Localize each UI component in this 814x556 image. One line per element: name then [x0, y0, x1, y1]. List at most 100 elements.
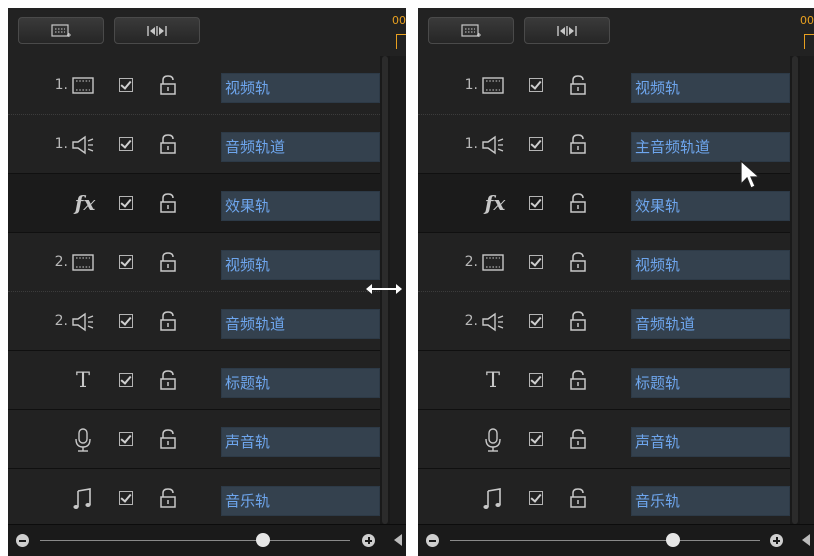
track-row[interactable]: 2. 音频轨道: [8, 292, 380, 351]
zoom-slider-knob[interactable]: [666, 533, 681, 547]
track-name-field[interactable]: 音频轨道: [631, 309, 790, 339]
track-row[interactable]: 2. 视频轨: [418, 233, 790, 292]
fx-effect-icon: fx: [484, 191, 506, 215]
track-row[interactable]: 1. 音频轨道: [8, 115, 380, 174]
title-text-icon: T: [75, 368, 90, 392]
track-row[interactable]: 音乐轨: [418, 469, 790, 528]
unlock-icon[interactable]: [569, 192, 587, 214]
track-enable-checkbox[interactable]: [119, 78, 133, 92]
track-number: 2.: [464, 254, 478, 270]
track-row[interactable]: fx 效果轨: [418, 174, 790, 233]
track-row[interactable]: 2. 视频轨: [8, 233, 380, 292]
microphone-icon: [70, 427, 96, 453]
track-name-field[interactable]: 音频轨道: [221, 309, 380, 339]
track-enable-checkbox[interactable]: [529, 196, 543, 210]
add-track-icon: [51, 23, 71, 37]
track-name-field[interactable]: 效果轨: [631, 191, 790, 221]
track-name-field[interactable]: 声音轨: [631, 427, 790, 457]
scroll-left-arrow-icon[interactable]: [802, 534, 810, 546]
track-enable-checkbox[interactable]: [529, 491, 543, 505]
zoom-slider-track[interactable]: [450, 540, 760, 541]
unlock-icon[interactable]: [569, 428, 587, 450]
unlock-icon[interactable]: [569, 487, 587, 509]
scroll-left-arrow-icon[interactable]: [394, 534, 402, 546]
track-enable-checkbox[interactable]: [119, 314, 133, 328]
track-number: [458, 469, 478, 528]
unlock-icon[interactable]: [569, 74, 587, 96]
track-row[interactable]: 声音轨: [418, 410, 790, 469]
track-name-field[interactable]: 音乐轨: [221, 486, 380, 516]
track-enable-checkbox[interactable]: [119, 373, 133, 387]
track-name-field[interactable]: 视频轨: [221, 73, 380, 103]
track-row[interactable]: T 标题轨: [418, 351, 790, 410]
unlock-icon[interactable]: [159, 74, 177, 96]
unlock-icon[interactable]: [569, 310, 587, 332]
track-row[interactable]: 声音轨: [8, 410, 380, 469]
unlock-icon[interactable]: [569, 133, 587, 155]
add-track-button[interactable]: [428, 17, 514, 44]
unlock-icon[interactable]: [159, 310, 177, 332]
track-enable-checkbox[interactable]: [529, 314, 543, 328]
track-name-field[interactable]: 视频轨: [221, 250, 380, 280]
music-note-icon: [480, 486, 506, 512]
timecode-display: 00: [392, 14, 406, 50]
track-number: [48, 174, 68, 233]
unlock-icon[interactable]: [159, 369, 177, 391]
track-name-field[interactable]: 声音轨: [221, 427, 380, 457]
scrollbar-thumb[interactable]: [792, 56, 798, 524]
zoom-out-button[interactable]: [426, 534, 439, 547]
resize-cursor-icon: [366, 284, 402, 294]
zoom-slider-track[interactable]: [40, 540, 350, 541]
track-enable-checkbox[interactable]: [529, 373, 543, 387]
track-row[interactable]: 音乐轨: [8, 469, 380, 528]
unlock-icon[interactable]: [569, 369, 587, 391]
fit-timeline-button[interactable]: [524, 17, 610, 44]
track-name-field[interactable]: 视频轨: [631, 250, 790, 280]
fit-timeline-button[interactable]: [114, 17, 200, 44]
toolbar: 00: [8, 8, 406, 56]
timecode-text: 00: [392, 14, 406, 27]
zoom-slider-knob[interactable]: [256, 533, 271, 547]
zoom-out-button[interactable]: [16, 534, 29, 547]
track-manager-panel-right: 00 1. 视频轨 1. 主音频轨道 fx 效果轨 2. 视频轨 2. 音频轨道 T 标题轨 声音轨 音乐…: [418, 8, 814, 556]
track-enable-checkbox[interactable]: [119, 196, 133, 210]
track-name-field[interactable]: 音频轨道: [221, 132, 380, 162]
unlock-icon[interactable]: [159, 428, 177, 450]
track-row[interactable]: T 标题轨: [8, 351, 380, 410]
track-number: 1.: [464, 77, 478, 93]
add-track-button[interactable]: [18, 17, 104, 44]
track-name-field[interactable]: 音乐轨: [631, 486, 790, 516]
track-name-field[interactable]: 主音频轨道: [631, 132, 790, 162]
track-enable-checkbox[interactable]: [119, 137, 133, 151]
unlock-icon[interactable]: [159, 133, 177, 155]
unlock-icon[interactable]: [159, 251, 177, 273]
unlock-icon[interactable]: [159, 487, 177, 509]
track-enable-checkbox[interactable]: [119, 491, 133, 505]
zoom-in-button[interactable]: [770, 534, 783, 547]
track-name-field[interactable]: 效果轨: [221, 191, 380, 221]
track-enable-checkbox[interactable]: [529, 137, 543, 151]
track-enable-checkbox[interactable]: [119, 432, 133, 446]
track-name-field[interactable]: 标题轨: [221, 368, 380, 398]
audio-track-icon: [480, 309, 506, 335]
track-enable-checkbox[interactable]: [119, 255, 133, 269]
timecode-display: 00: [800, 14, 814, 50]
track-row[interactable]: 1. 视频轨: [418, 56, 790, 115]
track-row[interactable]: 1. 主音频轨道: [418, 115, 790, 174]
track-name-field[interactable]: 视频轨: [631, 73, 790, 103]
track-row[interactable]: fx 效果轨: [8, 174, 380, 233]
track-name-field[interactable]: 标题轨: [631, 368, 790, 398]
microphone-icon: [480, 427, 506, 453]
track-row[interactable]: 1. 视频轨: [8, 56, 380, 115]
zoom-in-button[interactable]: [362, 534, 375, 547]
unlock-icon[interactable]: [569, 251, 587, 273]
track-enable-checkbox[interactable]: [529, 78, 543, 92]
toolbar: 00: [418, 8, 814, 56]
vertical-scrollbar[interactable]: [790, 56, 800, 524]
unlock-icon[interactable]: [159, 192, 177, 214]
track-enable-checkbox[interactable]: [529, 432, 543, 446]
track-enable-checkbox[interactable]: [529, 255, 543, 269]
video-track-icon: [70, 250, 96, 276]
track-number: 2.: [54, 254, 68, 270]
track-row[interactable]: 2. 音频轨道: [418, 292, 790, 351]
